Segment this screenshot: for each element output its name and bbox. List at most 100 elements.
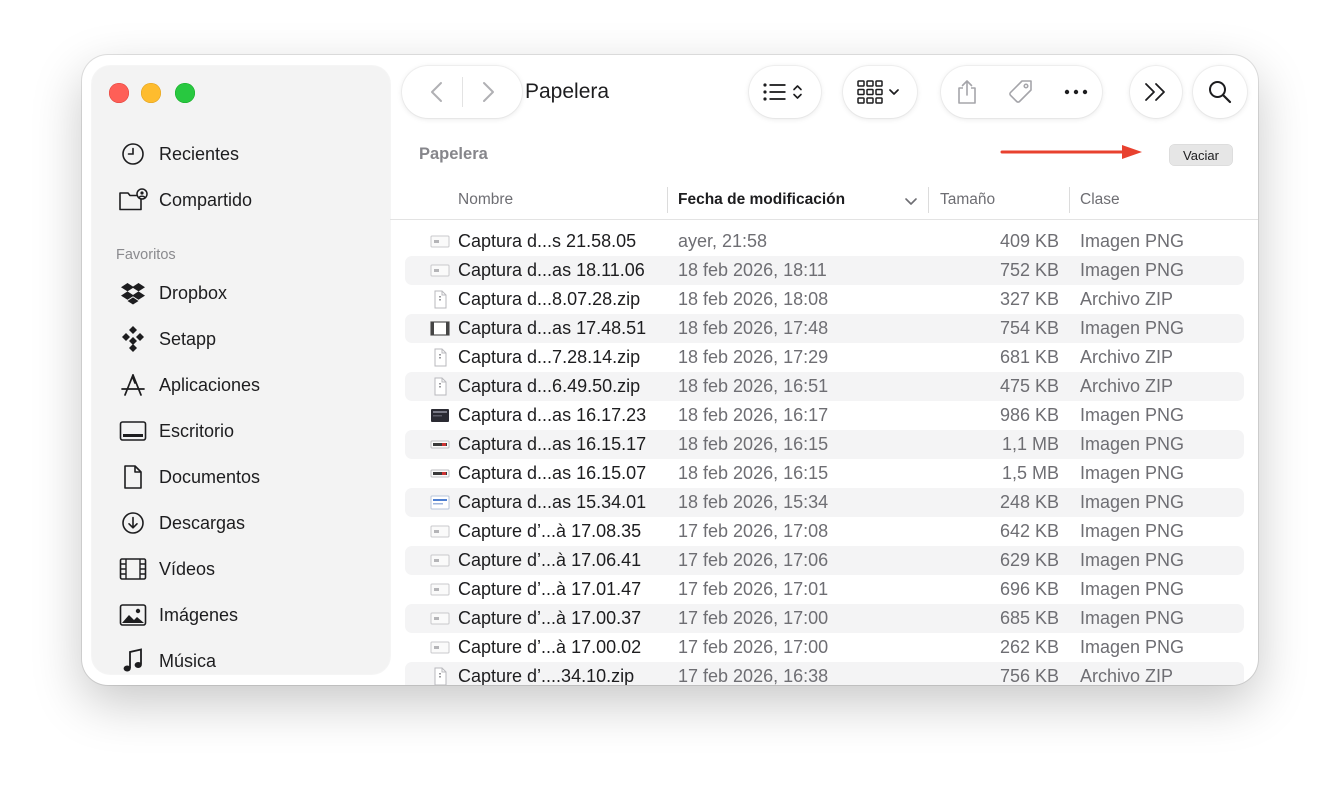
file-row[interactable]: Capture d’...à 17.06.41 17 feb 2026, 17:0… bbox=[405, 546, 1244, 575]
sidebar-item-musica[interactable]: Música bbox=[118, 644, 216, 674]
column-divider[interactable] bbox=[667, 187, 668, 213]
shared-folder-icon bbox=[118, 187, 148, 213]
chevron-left-icon[interactable] bbox=[412, 80, 462, 104]
file-size: 752 KB bbox=[999, 260, 1059, 280]
column-kind-label: Clase bbox=[1080, 191, 1120, 208]
finder-window: Recientes Compartido Favoritos Dropbox S… bbox=[82, 55, 1258, 685]
file-row[interactable]: Captura d...s 21.58.05 ayer, 21:58 409 KB I… bbox=[405, 227, 1244, 256]
column-header-name[interactable]: Nombre bbox=[458, 183, 513, 217]
search-icon bbox=[1207, 79, 1233, 105]
sidebar-item-descargas[interactable]: Descargas bbox=[118, 506, 245, 540]
column-divider[interactable] bbox=[1069, 187, 1070, 213]
column-header-kind[interactable]: Clase bbox=[1080, 183, 1120, 217]
file-size: 629 KB bbox=[999, 550, 1059, 570]
sidebar-item-label: Escritorio bbox=[159, 420, 235, 441]
file-date: 18 feb 2026, 17:48 bbox=[678, 318, 829, 338]
list-view-icon bbox=[761, 80, 809, 104]
image-thumbnail-icon bbox=[430, 406, 450, 425]
column-divider[interactable] bbox=[928, 187, 929, 213]
file-row[interactable]: Capture d’...à 17.00.02 17 feb 2026, 17:0… bbox=[405, 633, 1244, 662]
file-name: Captura d...as 16.15.17 bbox=[458, 434, 647, 454]
image-thumbnail-icon bbox=[430, 493, 450, 512]
file-size: 756 KB bbox=[999, 666, 1059, 685]
file-size: 327 KB bbox=[999, 289, 1059, 309]
empty-trash-button[interactable]: Vaciar bbox=[1169, 144, 1233, 166]
file-kind: Imagen PNG bbox=[1080, 608, 1185, 628]
column-header-date[interactable]: Fecha de modificación bbox=[678, 183, 918, 217]
chevron-right-icon[interactable] bbox=[463, 80, 513, 104]
sidebar-item-videos[interactable]: Vídeos bbox=[118, 552, 215, 586]
column-header-size[interactable]: Tamaño bbox=[940, 183, 995, 217]
document-icon bbox=[118, 464, 148, 490]
file-row[interactable]: Capture d’...à 17.08.35 17 feb 2026, 17:0… bbox=[405, 517, 1244, 546]
tag-icon[interactable] bbox=[1007, 78, 1035, 106]
search-button[interactable] bbox=[1193, 66, 1247, 118]
file-name: Capture d’...à 17.06.41 bbox=[458, 550, 642, 570]
zoom-window-button[interactable] bbox=[175, 83, 195, 103]
file-name: Captura d...6.49.50.zip bbox=[458, 376, 641, 396]
sidebar-item-label: Imágenes bbox=[159, 604, 239, 625]
file-date: 18 feb 2026, 16:51 bbox=[678, 376, 829, 396]
music-note-icon bbox=[118, 648, 148, 674]
file-kind: Imagen PNG bbox=[1080, 405, 1185, 425]
sidebar-item-recientes[interactable]: Recientes bbox=[118, 137, 239, 171]
view-mode-button[interactable] bbox=[749, 66, 821, 118]
sidebar-item-dropbox[interactable]: Dropbox bbox=[118, 276, 227, 310]
file-row[interactable]: Captura d...as 18.11.06 18 feb 2026, 18:1… bbox=[405, 256, 1244, 285]
file-row[interactable]: Captura d...as 17.48.51 18 feb 2026, 17:4… bbox=[405, 314, 1244, 343]
file-size: 986 KB bbox=[999, 405, 1059, 425]
sidebar-item-documentos[interactable]: Documentos bbox=[118, 460, 260, 494]
file-kind: Imagen PNG bbox=[1080, 434, 1185, 454]
file-row[interactable]: Captura d...as 16.17.23 18 feb 2026, 16:1… bbox=[405, 401, 1244, 430]
file-row[interactable]: Captura d...as 15.34.01 18 feb 2026, 15:3… bbox=[405, 488, 1244, 517]
image-thumbnail-icon bbox=[430, 551, 450, 570]
grid-group-icon bbox=[856, 79, 904, 105]
share-icon[interactable] bbox=[955, 78, 979, 106]
sidebar-item-label: Aplicaciones bbox=[159, 374, 261, 395]
sidebar-item-escritorio[interactable]: Escritorio bbox=[118, 414, 234, 448]
sidebar-item-label: Dropbox bbox=[159, 282, 228, 303]
sidebar-item-label: Recientes bbox=[159, 143, 240, 164]
file-date: 17 feb 2026, 16:38 bbox=[678, 666, 829, 685]
file-name: Captura d...s 21.58.05 bbox=[458, 231, 637, 251]
image-thumbnail-icon bbox=[430, 638, 450, 657]
file-row[interactable]: Capture d’...à 17.01.47 17 feb 2026, 17:0… bbox=[405, 575, 1244, 604]
ellipsis-icon[interactable] bbox=[1064, 88, 1088, 96]
sidebar-item-imagenes[interactable]: Imágenes bbox=[118, 598, 238, 632]
file-row[interactable]: Capture d’...à 17.00.37 17 feb 2026, 17:0… bbox=[405, 604, 1244, 633]
file-kind: Imagen PNG bbox=[1080, 260, 1185, 280]
sidebar-item-aplicaciones[interactable]: Aplicaciones bbox=[118, 368, 260, 402]
file-date: 17 feb 2026, 17:00 bbox=[678, 608, 829, 628]
file-row[interactable]: Captura d...6.49.50.zip 18 feb 2026, 16:5… bbox=[405, 372, 1244, 401]
minimize-window-button[interactable] bbox=[141, 83, 161, 103]
navigation-buttons bbox=[402, 66, 522, 118]
file-row[interactable]: Captura d...as 16.15.17 18 feb 2026, 16:1… bbox=[405, 430, 1244, 459]
file-kind: Archivo ZIP bbox=[1080, 376, 1174, 396]
dropbox-icon bbox=[118, 280, 148, 306]
file-kind: Archivo ZIP bbox=[1080, 347, 1174, 367]
zip-file-icon bbox=[430, 667, 450, 685]
photo-icon bbox=[118, 602, 148, 628]
close-window-button[interactable] bbox=[109, 83, 129, 103]
file-name: Captura d...7.28.14.zip bbox=[458, 347, 641, 367]
sidebar-section-favoritos: Favoritos bbox=[116, 247, 176, 263]
sidebar-item-compartido[interactable]: Compartido bbox=[118, 183, 252, 217]
file-row[interactable]: Capture d’....34.10.zip 17 feb 2026, 16:3… bbox=[405, 662, 1244, 685]
annotation-arrow-icon bbox=[1000, 145, 1142, 159]
more-toolbar-items-button[interactable] bbox=[1130, 66, 1182, 118]
image-thumbnail-icon bbox=[430, 319, 450, 338]
image-thumbnail-icon bbox=[430, 609, 450, 628]
image-thumbnail-icon bbox=[430, 522, 450, 541]
image-thumbnail-icon bbox=[430, 232, 450, 251]
applications-icon bbox=[118, 372, 148, 398]
file-row[interactable]: Captura d...as 16.15.07 18 feb 2026, 16:1… bbox=[405, 459, 1244, 488]
file-row[interactable]: Captura d...7.28.14.zip 18 feb 2026, 17:2… bbox=[405, 343, 1244, 372]
group-button[interactable] bbox=[843, 66, 917, 118]
file-kind: Imagen PNG bbox=[1080, 550, 1185, 570]
double-chevron-icon bbox=[1143, 80, 1169, 104]
file-row[interactable]: Captura d...8.07.28.zip 18 feb 2026, 18:0… bbox=[405, 285, 1244, 314]
sidebar: Recientes Compartido Favoritos Dropbox S… bbox=[92, 66, 390, 674]
file-size: 681 KB bbox=[999, 347, 1059, 367]
sidebar-item-setapp[interactable]: Setapp bbox=[118, 322, 216, 356]
file-size: 754 KB bbox=[999, 318, 1059, 338]
